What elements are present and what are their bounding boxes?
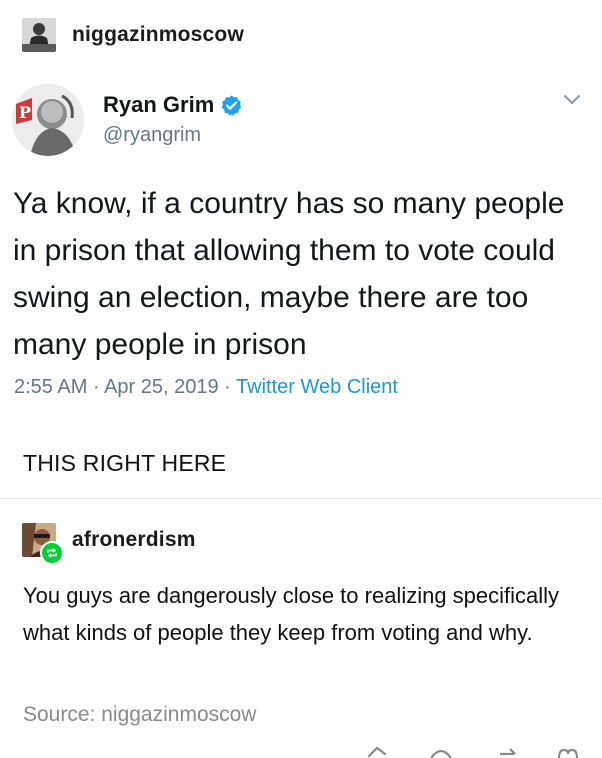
meta-separator: · (92, 376, 100, 398)
tweet-handle[interactable]: @ryangrim (103, 124, 201, 147)
reblog-divider (0, 498, 602, 499)
poster-avatar[interactable] (22, 18, 56, 52)
meta-separator: · (224, 376, 231, 398)
tweet-author-avatar[interactable]: P (12, 84, 84, 156)
tweet-name-row: Ryan Grim (103, 92, 243, 118)
tweet-time[interactable]: 2:55 AM (14, 376, 87, 398)
source-label: Source: (23, 703, 96, 726)
poster-header: niggazinmoscow (22, 18, 244, 52)
tweet-client-link[interactable]: Twitter Web Client (236, 376, 398, 398)
reblogger-header: afronerdism (22, 523, 196, 565)
tweet-date[interactable]: Apr 25, 2019 (104, 376, 219, 398)
tweet-text: Ya know, if a country has so many people… (13, 187, 565, 361)
reblogger-avatar-wrap[interactable] (22, 523, 64, 565)
reblog-icon (40, 541, 64, 565)
reblog-comment: You guys are dangerously close to realiz… (23, 583, 560, 645)
reblogger-name[interactable]: afronerdism (72, 528, 196, 552)
post-comment: THIS RIGHT HERE (23, 450, 227, 476)
chevron-down-icon[interactable] (563, 94, 581, 106)
post-source: Source: niggazinmoscow (23, 703, 256, 727)
post-action-bar (360, 742, 590, 758)
verified-badge-icon (221, 94, 242, 116)
tweet-author-avatar-image: P (12, 84, 84, 156)
comment-icon[interactable] (428, 742, 454, 758)
tweet-display-name[interactable]: Ryan Grim (103, 92, 214, 118)
like-icon[interactable] (556, 742, 580, 758)
reblog-icon[interactable] (498, 742, 522, 758)
svg-text:P: P (19, 103, 31, 122)
poster-name[interactable]: niggazinmoscow (72, 23, 244, 47)
share-icon[interactable] (366, 742, 388, 758)
reblog-arrows-icon (47, 548, 57, 558)
tweet-meta: 2:55 AM · Apr 25, 2019 · Twitter Web Cli… (14, 376, 398, 399)
poster-avatar-image (22, 18, 56, 52)
embedded-tweet: P Ryan Grim @ryangrim Ya know, if a coun… (0, 70, 602, 415)
source-link[interactable]: niggazinmoscow (101, 703, 256, 726)
